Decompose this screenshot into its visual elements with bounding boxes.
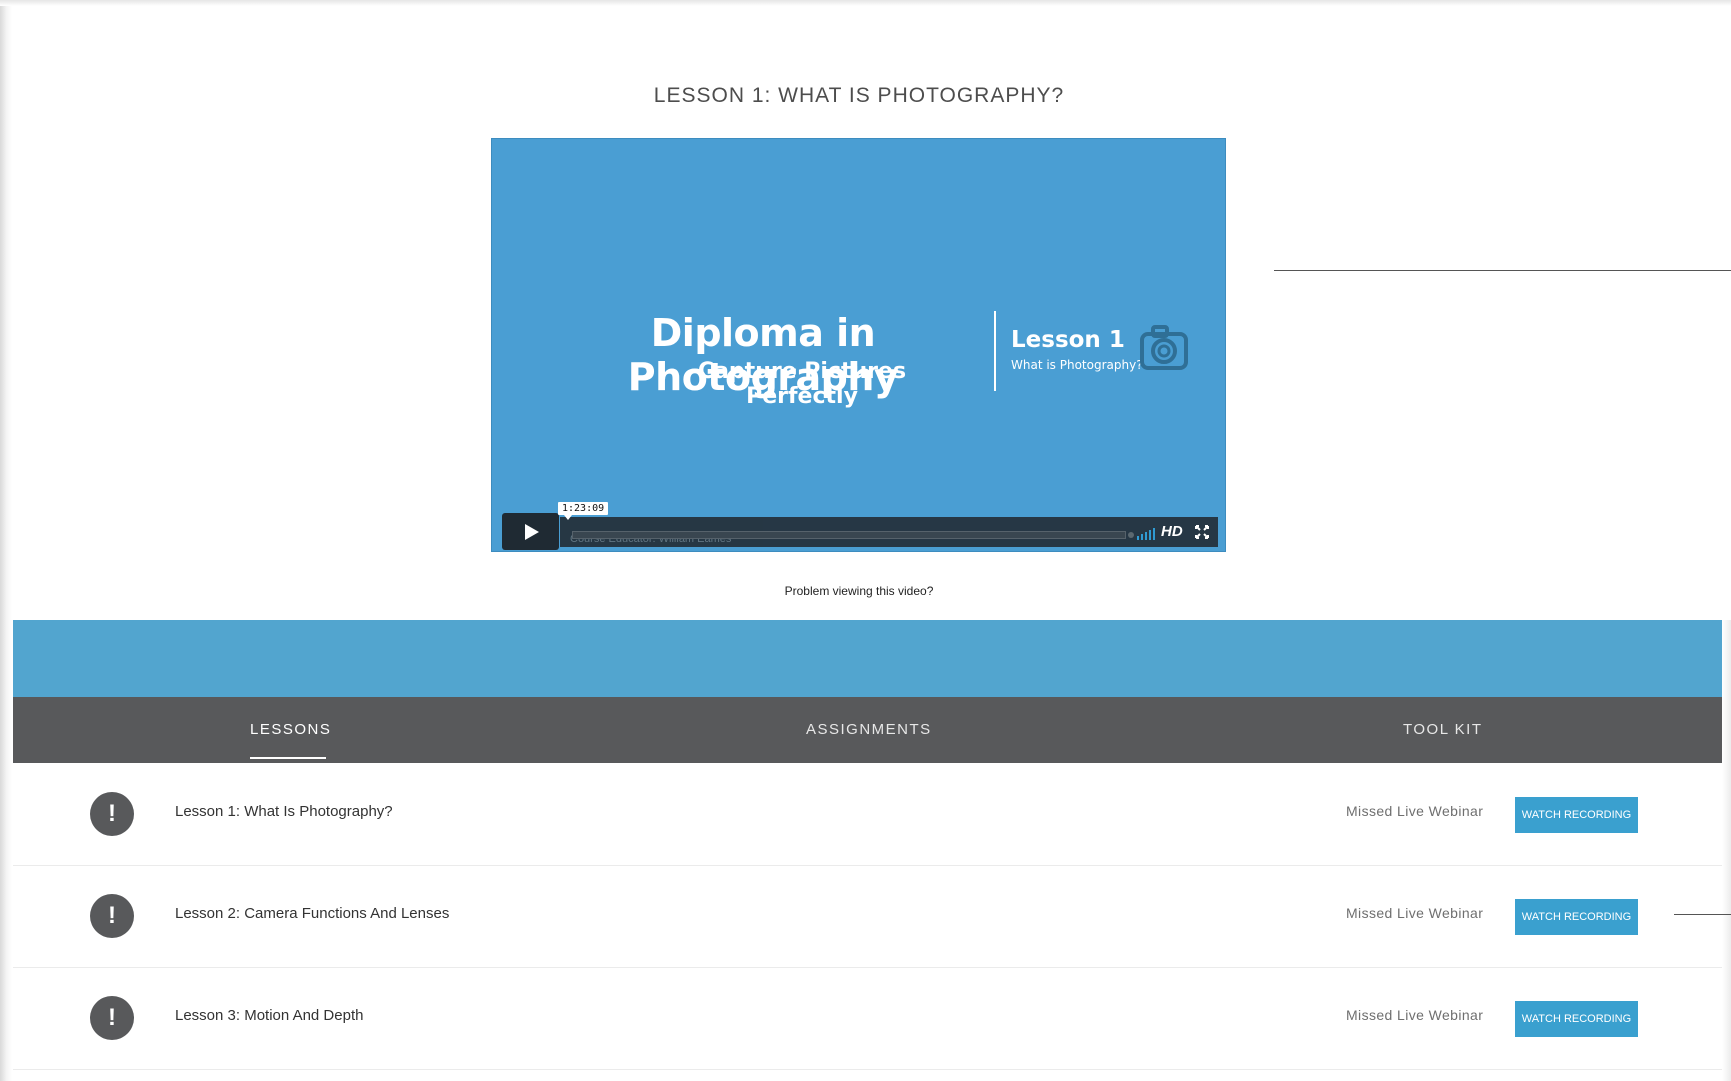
tab-lessons[interactable]: LESSONS	[250, 721, 331, 738]
lesson-title[interactable]: Lesson 3: Motion And Depth	[175, 1007, 363, 1024]
tab-tool-kit[interactable]: TOOL KIT	[1403, 721, 1483, 738]
page-title: LESSON 1: WHAT IS PHOTOGRAPHY?	[653, 84, 1065, 107]
slide-lesson-subtitle: What is Photography?	[1011, 358, 1143, 372]
divider-line	[1274, 270, 1731, 271]
video-controls: Course Educator: William Eames 1:23:09 H…	[502, 502, 1218, 550]
lesson-title[interactable]: Lesson 2: Camera Functions And Lenses	[175, 905, 449, 922]
play-icon	[525, 524, 539, 540]
lesson-status: Missed Live Webinar	[1346, 905, 1484, 921]
window-shadow-right	[1722, 620, 1731, 1081]
lesson-row: ! Lesson 2: Camera Functions And Lenses …	[13, 865, 1722, 968]
watch-recording-button[interactable]: WATCH RECORDING	[1515, 899, 1638, 935]
course-banner	[13, 620, 1722, 697]
alert-icon: !	[90, 792, 134, 836]
watch-recording-button[interactable]: WATCH RECORDING	[1515, 1001, 1638, 1037]
lesson-status: Missed Live Webinar	[1346, 1007, 1484, 1023]
volume-icon[interactable]	[1127, 526, 1157, 541]
lesson-row: ! Lesson 3: Motion And Depth Missed Live…	[13, 967, 1722, 1070]
window-shadow-top	[0, 0, 1731, 6]
lesson-title[interactable]: Lesson 1: What Is Photography?	[175, 803, 393, 820]
slide-subtitle: Capture Pictures Perfectly	[697, 359, 907, 409]
alert-icon: !	[90, 894, 134, 938]
lesson-row: ! Lesson 1: What Is Photography? Missed …	[13, 763, 1722, 866]
watch-recording-button[interactable]: WATCH RECORDING	[1515, 797, 1638, 833]
time-tooltip: 1:23:09	[558, 502, 609, 520]
fullscreen-icon[interactable]	[1195, 525, 1209, 539]
hd-toggle[interactable]: HD	[1161, 523, 1183, 540]
progress-bar[interactable]	[572, 531, 1126, 539]
lesson-status: Missed Live Webinar	[1346, 803, 1484, 819]
window-shadow-left	[0, 0, 12, 1081]
camera-icon	[1140, 325, 1188, 370]
tab-assignments[interactable]: ASSIGNMENTS	[806, 721, 932, 738]
play-button[interactable]	[502, 513, 559, 550]
tab-bar: LESSONS ASSIGNMENTS TOOL KIT	[13, 697, 1722, 763]
active-tab-indicator	[250, 757, 326, 759]
alert-icon: !	[90, 996, 134, 1040]
problem-viewing-link[interactable]: Problem viewing this video?	[0, 584, 1718, 598]
slide-lesson-number: Lesson 1	[1011, 327, 1125, 353]
slide-divider	[994, 311, 996, 391]
video-player[interactable]: Diploma in Photography Capture Pictures …	[492, 139, 1225, 551]
